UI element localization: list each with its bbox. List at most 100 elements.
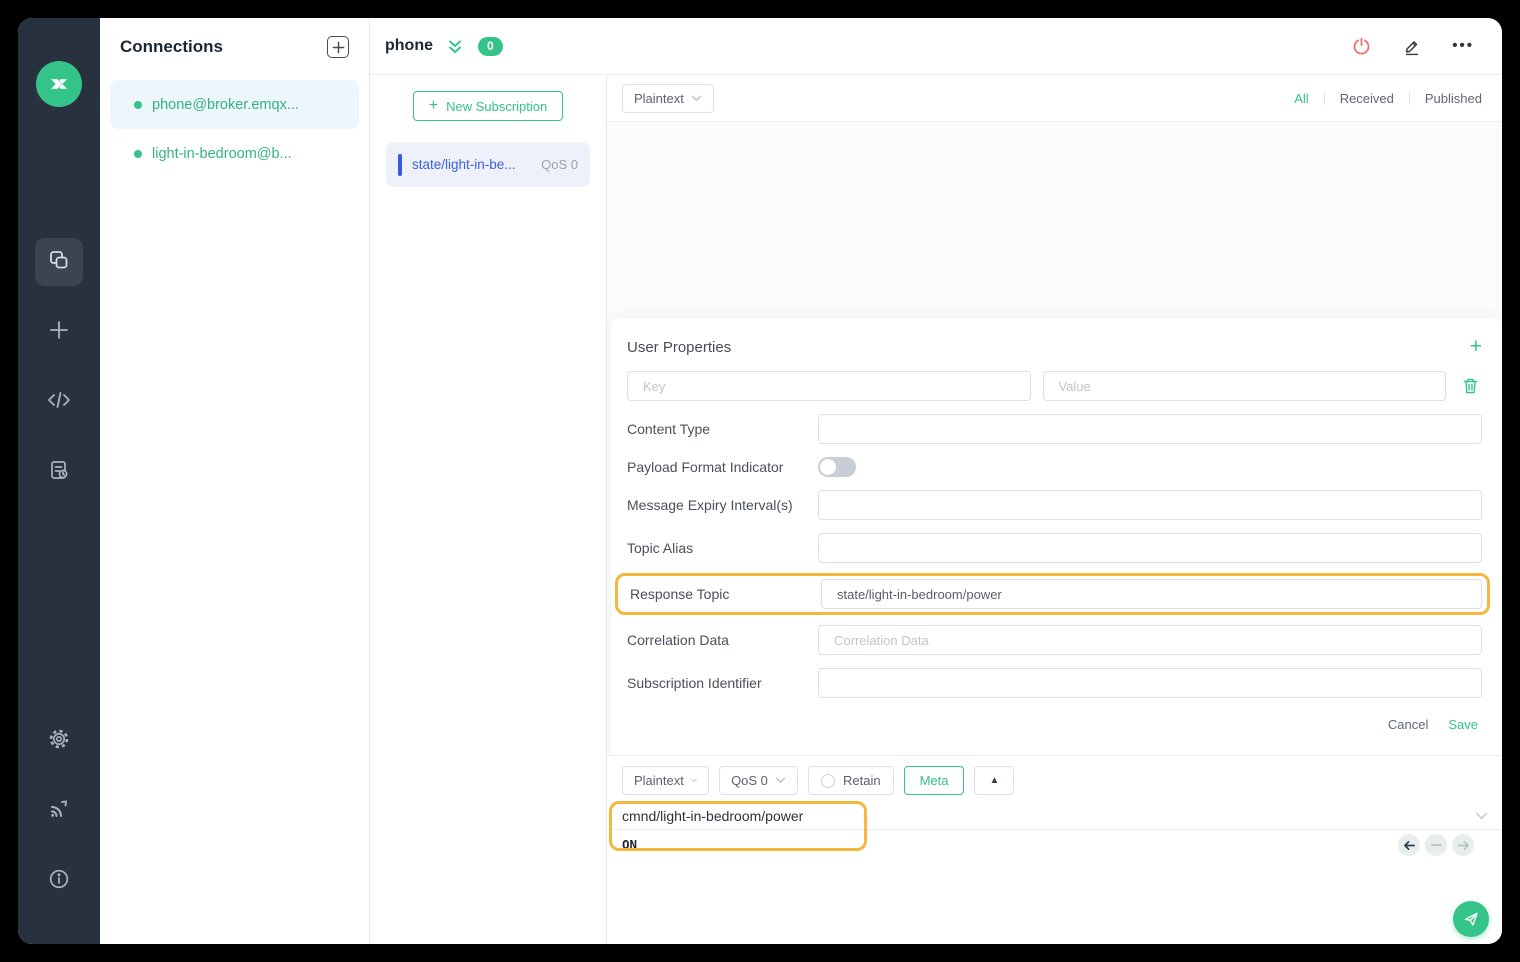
nav-log-button[interactable]	[35, 448, 83, 496]
publish-qos-dropdown[interactable]: QoS 0	[719, 766, 798, 795]
nav-script-button[interactable]	[35, 378, 83, 426]
connections-icon	[47, 248, 71, 277]
plus-icon: +	[428, 97, 439, 114]
user-property-key-input[interactable]	[627, 371, 1031, 401]
message-filter-tabs: All Received Published	[1294, 91, 1482, 106]
minus-icon	[1430, 844, 1442, 846]
collapse-meta-button[interactable]: ▲	[974, 766, 1015, 795]
connections-panel: Connections phone@broker.emqx... light-i…	[100, 18, 370, 944]
correlation-data-input[interactable]	[818, 625, 1482, 655]
meta-button[interactable]: Meta	[903, 766, 965, 795]
tab-all[interactable]: All	[1294, 91, 1308, 106]
subscription-color-bar	[398, 153, 402, 176]
nav-rail	[18, 18, 100, 944]
connection-title: phone	[385, 37, 433, 54]
connection-name: light-in-bedroom@b...	[152, 145, 292, 162]
message-pane: Plaintext All Received Published User Pr…	[607, 75, 1502, 944]
tab-received[interactable]: Received	[1340, 91, 1394, 106]
arrow-left-icon	[1403, 840, 1415, 850]
subscription-topic: state/light-in-be...	[412, 157, 516, 172]
new-subscription-button[interactable]: + New Subscription	[413, 91, 563, 121]
add-user-property-button[interactable]: +	[1470, 336, 1482, 357]
more-options-button[interactable]: •••	[1452, 38, 1474, 53]
connection-item-light-in-bedroom[interactable]: light-in-bedroom@b...	[110, 129, 359, 178]
connected-dot-icon	[134, 100, 142, 109]
connection-item-phone[interactable]: phone@broker.emqx...	[110, 80, 359, 129]
payload-format-indicator-label: Payload Format Indicator	[627, 459, 784, 475]
history-navigation	[1398, 834, 1474, 856]
retain-toggle-button[interactable]: Retain	[808, 766, 894, 795]
gear-icon	[47, 727, 71, 756]
toggle-knob	[820, 459, 836, 475]
connected-dot-icon	[134, 149, 142, 158]
nav-about-button[interactable]	[39, 862, 79, 900]
response-topic-highlight: Response Topic	[615, 573, 1490, 615]
nav-data-sync-button[interactable]	[39, 792, 79, 830]
tab-divider	[1323, 91, 1325, 105]
subscription-qos: QoS 0	[541, 157, 578, 172]
collapse-editor-button[interactable]	[1475, 812, 1488, 820]
topic-alias-label: Topic Alias	[627, 540, 694, 556]
new-subscription-label: New Subscription	[446, 98, 548, 114]
message-toolbar: Plaintext All Received Published	[607, 75, 1502, 122]
pencil-icon	[1406, 40, 1419, 55]
content-type-input[interactable]	[818, 414, 1482, 444]
publish-topic-input[interactable]: cmnd/light-in-bedroom/power	[622, 808, 803, 824]
chevron-down-icon	[691, 95, 702, 101]
response-topic-input[interactable]	[821, 579, 1482, 609]
save-button[interactable]: Save	[1448, 717, 1478, 732]
plus-icon	[332, 41, 344, 53]
publish-panel: Plaintext QoS 0 Retain Meta ▲ cmnd/light…	[607, 755, 1502, 944]
topic-alias-input[interactable]	[818, 533, 1482, 563]
nav-new-connection-button[interactable]	[35, 308, 83, 356]
send-button[interactable]	[1453, 901, 1489, 937]
mqttx-logo	[36, 61, 82, 107]
user-properties-label: User Properties	[627, 338, 732, 356]
main-area: phone 0 ••• + New Subscription state/lig…	[370, 18, 1502, 944]
publish-payload-format-value: Plaintext	[634, 773, 684, 788]
subscription-identifier-input[interactable]	[818, 668, 1482, 698]
user-property-value-input[interactable]	[1042, 371, 1446, 401]
history-clear-button[interactable]	[1425, 834, 1447, 856]
add-connection-button[interactable]	[327, 36, 349, 58]
publish-properties-card: User Properties + Key Value Content Type…	[611, 318, 1502, 755]
payload-format-dropdown[interactable]: Plaintext	[622, 83, 714, 113]
delete-user-property-button[interactable]	[1458, 377, 1482, 395]
subscription-identifier-label: Subscription Identifier	[627, 675, 762, 691]
nav-settings-button[interactable]	[39, 722, 79, 760]
response-topic-label: Response Topic	[630, 586, 730, 602]
cancel-button[interactable]: Cancel	[1388, 717, 1428, 732]
history-back-button[interactable]	[1398, 834, 1420, 856]
plus-icon	[47, 318, 71, 347]
collapse-panel-icon[interactable]	[446, 38, 464, 55]
edit-connection-button[interactable]	[1402, 36, 1422, 57]
code-icon	[46, 389, 72, 416]
connections-title: Connections	[120, 37, 223, 56]
subscription-item[interactable]: state/light-in-be... QoS 0	[386, 142, 590, 187]
retain-radio-icon	[821, 773, 835, 788]
payload-format-indicator-toggle[interactable]	[818, 457, 856, 477]
correlation-data-label: Correlation Data	[627, 632, 729, 648]
content-type-label: Content Type	[627, 421, 711, 437]
publish-topic-row: cmnd/light-in-bedroom/power	[607, 802, 1502, 830]
mqttx-logo-icon	[50, 79, 68, 89]
publish-qos-value: QoS 0	[731, 773, 768, 788]
publish-payload-format-dropdown[interactable]: Plaintext	[622, 766, 709, 795]
connection-header: phone 0 •••	[370, 18, 1502, 75]
publish-payload-editor[interactable]: ON	[607, 830, 1502, 859]
payload-format-value: Plaintext	[634, 90, 684, 106]
tab-published[interactable]: Published	[1425, 91, 1482, 106]
history-forward-button[interactable]	[1452, 834, 1474, 856]
disconnect-button[interactable]	[1351, 36, 1372, 57]
power-icon	[1353, 37, 1370, 54]
trash-icon	[1463, 378, 1477, 394]
chevron-down-icon	[691, 778, 697, 783]
message-expiry-input[interactable]	[818, 490, 1482, 520]
log-icon	[47, 458, 71, 487]
connections-list: phone@broker.emqx... light-in-bedroom@b.…	[100, 76, 369, 182]
nav-connections-button[interactable]	[35, 238, 83, 286]
message-count-badge: 0	[478, 36, 503, 56]
arrow-right-icon	[1457, 840, 1469, 850]
app-window: Connections phone@broker.emqx... light-i…	[18, 18, 1502, 944]
tab-divider	[1408, 91, 1410, 105]
